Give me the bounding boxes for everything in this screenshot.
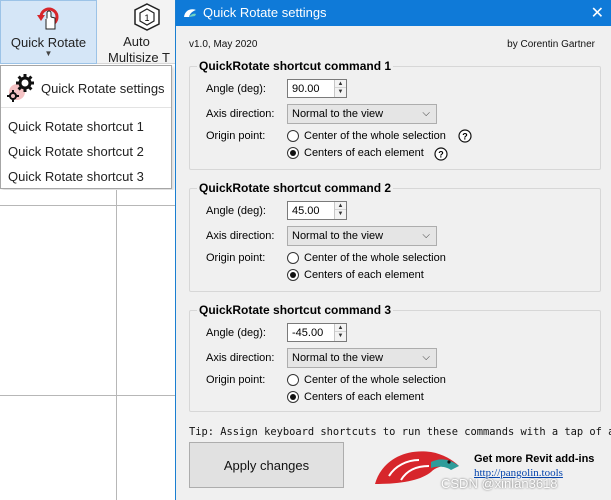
origin-label: Origin point: [206, 252, 266, 264]
spin-up-icon[interactable]: ▲ [335, 324, 346, 332]
origin-label: Origin point: [206, 130, 266, 142]
auto-label: Auto [123, 34, 150, 49]
radio-label: Centers of each element [304, 269, 424, 281]
angle-spinner[interactable]: ▲ ▼ [334, 324, 346, 341]
axis-value: Normal to the view [292, 108, 384, 120]
shortcut-group-1: QuickRotate shortcut command 1 Angle (de… [189, 59, 601, 170]
apply-changes-button[interactable]: Apply changes [189, 442, 344, 488]
menu-item-shortcut-1[interactable]: Quick Rotate shortcut 1 [8, 119, 144, 134]
dialog-titlebar[interactable]: Quick Rotate settings ✕ [176, 0, 611, 26]
revit-drawing-area [0, 190, 175, 500]
quick-rotate-label: Quick Rotate [10, 35, 87, 50]
radio-label: Centers of each element [304, 147, 424, 159]
shortcut-group-2: QuickRotate shortcut command 2 Angle (de… [189, 181, 601, 292]
angle-input-3[interactable]: -45.00 ▲ ▼ [287, 323, 347, 342]
tip-text: Tip: Assign keyboard shortcuts to run th… [189, 426, 611, 438]
spin-down-icon[interactable]: ▼ [335, 88, 346, 96]
quick-rotate-dropdown-menu: Quick Rotate settings Quick Rotate short… [0, 65, 172, 189]
spin-down-icon[interactable]: ▼ [335, 332, 346, 340]
help-icon[interactable]: ? [458, 129, 472, 143]
menu-settings-label: Quick Rotate settings [41, 81, 165, 96]
svg-text:?: ? [438, 150, 444, 160]
number-box-icon: 1 [134, 3, 160, 31]
radio-circle[interactable] [287, 147, 299, 159]
radio-label: Center of the whole selection [304, 130, 446, 142]
angle-label: Angle (deg): [206, 327, 266, 339]
axis-label: Axis direction: [206, 230, 275, 242]
multisize-label: Multisize T [108, 50, 170, 65]
brand-tagline: Get more Revit add-ins [474, 453, 595, 465]
radio-circle[interactable] [287, 391, 299, 403]
quick-rotate-settings-dialog: Quick Rotate settings ✕ v1.0, May 2020 b… [175, 0, 611, 500]
svg-text:?: ? [462, 132, 468, 142]
dropdown-arrow-icon: ▼ [44, 49, 53, 58]
angle-value: 90.00 [292, 83, 320, 95]
axis-label: Axis direction: [206, 108, 275, 120]
group-title: QuickRotate shortcut command 3 [197, 303, 394, 317]
angle-label: Angle (deg): [206, 83, 266, 95]
radio-circle[interactable] [287, 130, 299, 142]
gears-icon [7, 74, 34, 102]
chevron-down-icon: ⌵ [422, 108, 430, 119]
auto-multisize-ribbon-button[interactable]: 1 Auto Multisize T [98, 0, 175, 65]
radio-label: Center of the whole selection [304, 252, 446, 264]
grid-line [0, 205, 175, 206]
close-icon[interactable]: ✕ [591, 3, 604, 23]
axis-value: Normal to the view [292, 352, 384, 364]
chevron-down-icon: ⌵ [422, 230, 430, 241]
menu-item-shortcut-3[interactable]: Quick Rotate shortcut 3 [8, 169, 144, 184]
spin-up-icon[interactable]: ▲ [335, 80, 346, 88]
csdn-watermark: CSDN @xinlan3618 [441, 476, 558, 491]
origin-label: Origin point: [206, 374, 266, 386]
pangolin-logo-icon [184, 9, 196, 17]
shortcut-group-3: QuickRotate shortcut command 3 Angle (de… [189, 303, 601, 412]
chevron-down-icon: ⌵ [422, 352, 430, 363]
svg-text:1: 1 [144, 13, 149, 23]
grid-line [0, 395, 175, 396]
angle-value: 45.00 [292, 205, 320, 217]
grid-line [116, 190, 117, 500]
spin-up-icon[interactable]: ▲ [335, 202, 346, 210]
radio-label: Center of the whole selection [304, 374, 446, 386]
dialog-title: Quick Rotate settings [203, 5, 327, 20]
angle-label: Angle (deg): [206, 205, 266, 217]
angle-input-1[interactable]: 90.00 ▲ ▼ [287, 79, 347, 98]
angle-input-2[interactable]: 45.00 ▲ ▼ [287, 201, 347, 220]
version-text: v1.0, May 2020 [189, 39, 258, 50]
axis-label: Axis direction: [206, 352, 275, 364]
radio-circle[interactable] [287, 374, 299, 386]
menu-item-settings[interactable]: Quick Rotate settings [1, 66, 171, 108]
axis-select-3[interactable]: Normal to the view ⌵ [287, 348, 437, 368]
angle-spinner[interactable]: ▲ ▼ [334, 80, 346, 97]
revit-ribbon: Quick Rotate ▼ 1 Auto Multisize T [0, 0, 175, 65]
axis-select-1[interactable]: Normal to the view ⌵ [287, 104, 437, 124]
angle-spinner[interactable]: ▲ ▼ [334, 202, 346, 219]
group-title: QuickRotate shortcut command 2 [197, 181, 394, 195]
radio-label: Centers of each element [304, 391, 424, 403]
angle-value: -45.00 [292, 327, 324, 339]
radio-circle[interactable] [287, 269, 299, 281]
spin-down-icon[interactable]: ▼ [335, 210, 346, 218]
rotate-hand-icon [37, 7, 59, 30]
menu-item-shortcut-2[interactable]: Quick Rotate shortcut 2 [8, 144, 144, 159]
axis-value: Normal to the view [292, 230, 384, 242]
quick-rotate-ribbon-button[interactable]: Quick Rotate ▼ [0, 0, 97, 64]
radio-circle[interactable] [287, 252, 299, 264]
group-title: QuickRotate shortcut command 1 [197, 59, 394, 73]
author-text: by Corentin Gartner [507, 39, 595, 50]
axis-select-2[interactable]: Normal to the view ⌵ [287, 226, 437, 246]
help-icon[interactable]: ? [434, 147, 448, 161]
